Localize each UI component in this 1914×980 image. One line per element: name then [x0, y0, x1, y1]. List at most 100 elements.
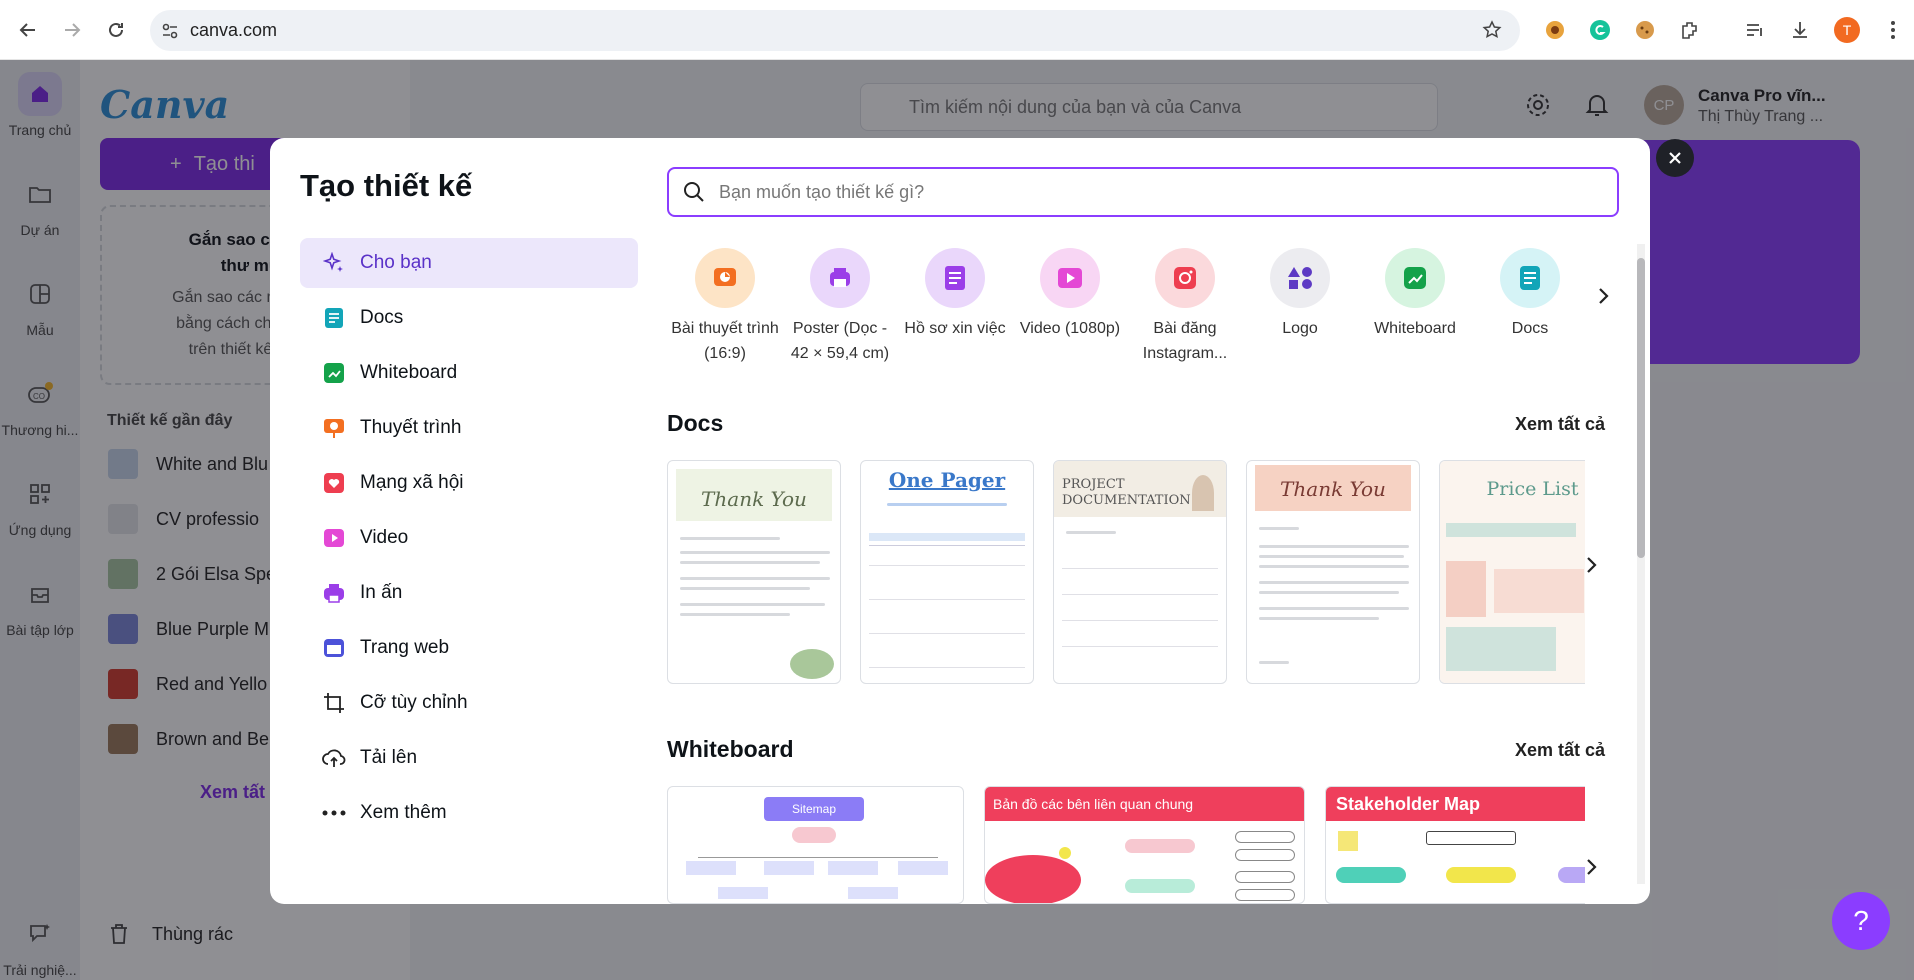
close-modal-button[interactable]: [1656, 139, 1694, 177]
browser-menu-icon[interactable]: [1878, 15, 1908, 45]
quick-action-whiteboard[interactable]: Whiteboard: [1360, 248, 1470, 341]
quick-action-instagram[interactable]: Bài đăng Instagram...: [1130, 248, 1240, 366]
quick-action-docs[interactable]: Docs: [1475, 248, 1585, 341]
docs-icon: [322, 306, 346, 330]
quick-action-label: Poster (Dọc - 42 × 59,4 cm): [790, 320, 890, 362]
category-label: In ấn: [360, 582, 403, 603]
docs-template-card[interactable]: Thank You: [667, 460, 841, 684]
template-table: [869, 545, 1025, 679]
download-icon[interactable]: [1785, 15, 1815, 45]
quick-action-label: Logo: [1282, 320, 1318, 337]
category-label: Whiteboard: [360, 362, 458, 383]
quick-action-video[interactable]: Video (1080p): [1015, 248, 1125, 341]
profile-initial: T: [1834, 17, 1860, 43]
modal-scrollbar-thumb[interactable]: [1637, 258, 1645, 558]
template-text-line: [680, 561, 820, 564]
template-text-line: [680, 577, 830, 580]
category-video[interactable]: Video: [300, 513, 638, 563]
docs-template-card[interactable]: Thank You: [1246, 460, 1420, 684]
sitemap-node: [898, 861, 948, 875]
template-title: PROJECT DOCUMENTATION: [1062, 477, 1191, 508]
profile-avatar[interactable]: T: [1832, 15, 1862, 45]
template-text-line: [1259, 545, 1409, 548]
category-print[interactable]: In ấn: [300, 568, 638, 618]
quick-actions-next-chevron-icon[interactable]: [1585, 278, 1621, 314]
stakeholder-node: [1235, 871, 1295, 883]
template-table-row: [869, 546, 1025, 566]
docs-next-chevron-icon[interactable]: [1585, 554, 1597, 580]
docs-template-card[interactable]: PROJECT DOCUMENTATION: [1053, 460, 1227, 684]
video-icon: [1040, 248, 1100, 308]
cookie-extension-icon[interactable]: [1630, 15, 1660, 45]
whiteboard-template-card[interactable]: Sitemap: [667, 786, 964, 904]
category-label: Docs: [360, 307, 404, 328]
whiteboard-icon: [322, 361, 346, 385]
help-button[interactable]: ?: [1832, 892, 1890, 950]
stakeholder-node: [1235, 849, 1295, 861]
bookmark-star-icon[interactable]: [1482, 20, 1502, 45]
category-whiteboard[interactable]: Whiteboard: [300, 348, 638, 398]
quick-action-logo[interactable]: Logo: [1245, 248, 1355, 341]
address-bar[interactable]: canva.com: [150, 10, 1520, 51]
quick-action-label: Whiteboard: [1374, 320, 1456, 337]
extension-icon-seo[interactable]: [1540, 15, 1570, 45]
template-band: [1446, 523, 1576, 537]
site-settings-icon[interactable]: [150, 22, 190, 40]
whiteboard-template-card[interactable]: Stakeholder Map: [1325, 786, 1585, 904]
template-text-line: [1259, 555, 1404, 558]
whiteboard-next-chevron-icon[interactable]: [1585, 856, 1597, 882]
category-website[interactable]: Trang web: [300, 623, 638, 673]
category-social[interactable]: Mạng xã hội: [300, 458, 638, 508]
sparkle-icon: [322, 251, 346, 275]
whiteboard-icon: [1385, 248, 1445, 308]
whiteboard-template-card[interactable]: Bản đồ các bên liên quan chung: [984, 786, 1305, 904]
stakeholder-node: [1426, 831, 1516, 845]
docs-template-card[interactable]: Price List: [1439, 460, 1585, 684]
quick-action-label: Bài đăng Instagram...: [1142, 320, 1228, 362]
template-price-box: [1446, 627, 1556, 671]
quick-action-poster[interactable]: Poster (Dọc - 42 × 59,4 cm): [785, 248, 895, 366]
template-table-row: [869, 566, 1025, 600]
video-icon: [322, 526, 346, 550]
stakeholder-node: [1336, 867, 1406, 883]
grammarly-icon[interactable]: [1585, 15, 1615, 45]
category-docs[interactable]: Docs: [300, 293, 638, 343]
modal-title: Tạo thiết kế: [300, 168, 473, 203]
stakeholder-node: [1125, 839, 1195, 853]
category-more[interactable]: Xem thêm: [300, 788, 638, 838]
reload-icon[interactable]: [96, 10, 136, 50]
template-table-row: [869, 600, 1025, 634]
category-presentation[interactable]: Thuyết trình: [300, 403, 638, 453]
upload-icon: [322, 746, 346, 770]
forward-icon[interactable]: [52, 10, 92, 50]
back-icon[interactable]: [8, 10, 48, 50]
category-upload[interactable]: Tải lên: [300, 733, 638, 783]
design-search-box[interactable]: [667, 167, 1619, 217]
close-icon: [1669, 152, 1681, 164]
url-text[interactable]: canva.com: [190, 20, 277, 41]
template-table-row: [869, 634, 1025, 668]
docs-template-card[interactable]: One Pager: [860, 460, 1034, 684]
template-title: Bản đồ các bên liên quan chung: [985, 787, 1304, 821]
search-icon: [669, 181, 719, 203]
quick-action-label: Hồ sơ xin việc: [904, 320, 1006, 337]
quick-action-resume[interactable]: Hồ sơ xin việc: [900, 248, 1010, 341]
sitemap-node: [828, 861, 878, 875]
docs-icon: [1500, 248, 1560, 308]
category-for-you[interactable]: Cho bạn: [300, 238, 638, 288]
whiteboard-see-all-link[interactable]: Xem tất cả: [1515, 740, 1605, 761]
design-search-input[interactable]: [719, 181, 1599, 203]
category-list: Cho bạn Docs Whiteboard Thuyết trình Mạn…: [300, 238, 638, 843]
stakeholder-node: [1125, 879, 1195, 893]
media-control-icon[interactable]: [1740, 15, 1770, 45]
template-text-line: [1259, 591, 1399, 594]
template-text-line: [887, 503, 1007, 506]
category-custom-size[interactable]: Cỡ tùy chỉnh: [300, 678, 638, 728]
template-table: [1062, 543, 1218, 673]
stakeholder-node: [1558, 867, 1585, 883]
presentation-icon: [695, 248, 755, 308]
quick-action-presentation[interactable]: Bài thuyết trình (16:9): [670, 248, 780, 366]
docs-section-title: Docs: [667, 410, 724, 436]
extensions-puzzle-icon[interactable]: [1675, 15, 1705, 45]
docs-see-all-link[interactable]: Xem tất cả: [1515, 414, 1605, 435]
